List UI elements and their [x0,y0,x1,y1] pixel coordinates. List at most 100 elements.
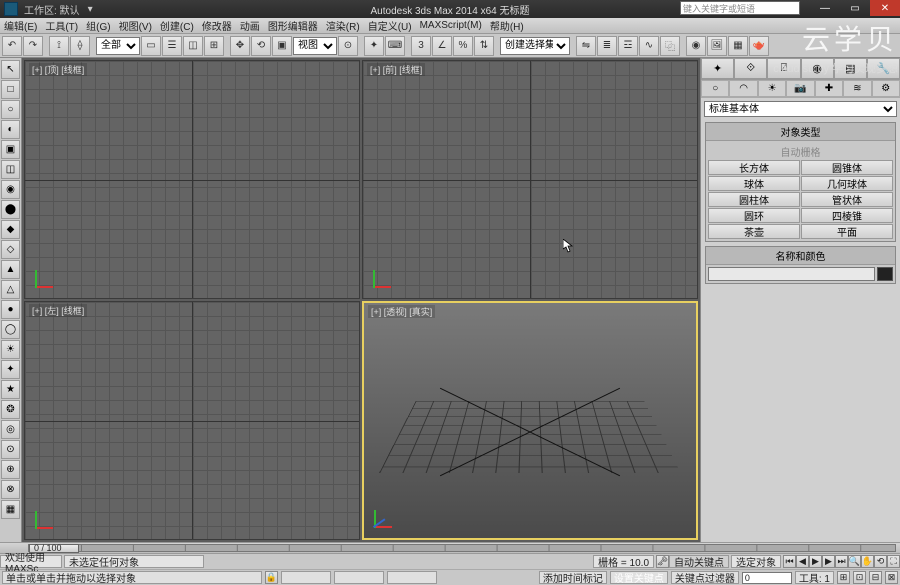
menu-modifiers[interactable]: 修改器 [202,18,232,33]
nav-b-button[interactable]: ⊡ [853,571,866,584]
selection-lock[interactable]: 选定对象 [731,555,781,568]
select-manipulate-button[interactable]: ✦ [364,36,384,56]
workspace-label[interactable]: 工作区: 默认 [24,2,80,17]
add-time-tag[interactable]: 添加时间标记 [539,571,607,584]
help-search-input[interactable]: 键入关键字或短语 [680,1,800,15]
play-end-button[interactable]: ⏭ [835,555,848,568]
link-button[interactable]: ⟟ [49,36,69,56]
primitive-torus[interactable]: 圆环 [708,208,800,223]
sub-shapes[interactable]: ◠ [729,80,757,97]
menu-create[interactable]: 创建(C) [160,18,194,33]
lt-0[interactable]: ↖ [1,60,20,79]
viewport-left[interactable]: [+] [左] [线框] [24,301,360,540]
menu-views[interactable]: 视图(V) [119,18,152,33]
primitive-geosphere[interactable]: 几何球体 [801,176,893,191]
primitive-pyramid[interactable]: 四棱锥 [801,208,893,223]
lt-6[interactable]: ◉ [1,180,20,199]
frame-spinner[interactable]: 0 [742,572,792,584]
undo-button[interactable]: ↶ [2,36,22,56]
lt-14[interactable]: ☀ [1,340,20,359]
sub-lights[interactable]: ☀ [758,80,786,97]
menu-group[interactable]: 组(G) [86,18,110,33]
lt-8[interactable]: ◆ [1,220,20,239]
sub-geometry[interactable]: ○ [701,80,729,97]
use-pivot-button[interactable]: ⊙ [338,36,358,56]
nav-max-button[interactable]: ⛶ [887,555,900,568]
minimize-button[interactable]: — [810,0,840,16]
window-crossing-button[interactable]: ⊞ [204,36,224,56]
menu-edit[interactable]: 编辑(E) [4,18,37,33]
sub-helpers[interactable]: ✚ [815,80,843,97]
coord-x[interactable] [281,571,331,584]
lt-13[interactable]: ◯ [1,320,20,339]
primitive-box[interactable]: 长方体 [708,160,800,175]
tab-create[interactable]: ✦ [701,58,734,79]
keyboard-shortcut-button[interactable]: ⌨ [385,36,405,56]
nav-d-button[interactable]: ⊠ [885,571,898,584]
layer-button[interactable]: ☲ [618,36,638,56]
menu-custom[interactable]: 自定义(U) [368,18,412,33]
tab-modify[interactable]: ⟐ [734,58,767,79]
primitive-cylinder[interactable]: 圆柱体 [708,192,800,207]
lt-7[interactable]: ⬤ [1,200,20,219]
mirror-button[interactable]: ⇋ [576,36,596,56]
set-key-button[interactable]: 设置关键点 [610,571,668,584]
render-button[interactable]: 🫖 [749,36,769,56]
select-object-button[interactable]: ▭ [141,36,161,56]
play-button[interactable]: ▶ [809,555,822,568]
lt-9[interactable]: ◇ [1,240,20,259]
lt-10[interactable]: ▲ [1,260,20,279]
viewport-front[interactable]: [+] [前] [线框] [362,60,698,299]
primitive-plane[interactable]: 平面 [801,224,893,239]
nav-c-button[interactable]: ⊟ [869,571,882,584]
lt-15[interactable]: ✦ [1,360,20,379]
key-filters-button[interactable]: 关键点过滤器 [671,571,739,584]
app-icon[interactable] [4,2,18,16]
coord-y[interactable] [334,571,384,584]
spinner-snap-button[interactable]: ⇅ [474,36,494,56]
primitive-sphere[interactable]: 球体 [708,176,800,191]
material-editor-button[interactable]: ◉ [686,36,706,56]
rotate-button[interactable]: ⟲ [251,36,271,56]
snap-toggle-button[interactable]: 3 [411,36,431,56]
lt-5[interactable]: ◫ [1,160,20,179]
sub-systems[interactable]: ⚙ [872,80,900,97]
maxscript-mini[interactable]: 欢迎使用 MAXSc [0,555,62,568]
primitive-tube[interactable]: 管状体 [801,192,893,207]
lt-21[interactable]: ⊗ [1,480,20,499]
object-name-input[interactable] [708,267,875,281]
select-by-name-button[interactable]: ☰ [162,36,182,56]
lt-22[interactable]: ▦ [1,500,20,519]
maximize-button[interactable]: ▭ [840,0,870,16]
lt-4[interactable]: ▣ [1,140,20,159]
rollout-name-color[interactable]: 名称和颜色 [706,247,895,265]
lt-2[interactable]: ○ [1,100,20,119]
autokey-button[interactable]: 自动关键点 [669,555,729,568]
nav-a-button[interactable]: ⊞ [837,571,850,584]
lt-20[interactable]: ⊕ [1,460,20,479]
named-selection-dropdown[interactable]: 创建选择集 [500,37,570,55]
play-start-button[interactable]: ⏮ [783,555,796,568]
ref-coord-dropdown[interactable]: 视图 [293,37,337,55]
lt-1[interactable]: □ [1,80,20,99]
menu-graph[interactable]: 图形编辑器 [268,18,318,33]
sub-spacewarp[interactable]: ≋ [843,80,871,97]
menu-animation[interactable]: 动画 [240,18,260,33]
nav-orbit-button[interactable]: ⟲ [874,555,887,568]
sub-cameras[interactable]: 📷 [786,80,814,97]
viewport-perspective[interactable]: [+] [透视] [真实] [362,301,698,540]
key-lock-icon[interactable]: 🗝 [656,555,669,568]
lt-12[interactable]: ● [1,300,20,319]
object-color-swatch[interactable] [877,267,893,281]
play-prev-button[interactable]: ◀ [796,555,809,568]
lt-3[interactable]: ◐ [1,120,20,139]
menu-maxscript[interactable]: MAXScript(M) [420,20,482,31]
lt-17[interactable]: ❂ [1,400,20,419]
rollout-object-type[interactable]: 对象类型 [706,123,895,141]
tab-hierarchy[interactable]: ⍁ [767,58,800,79]
nav-zoom-button[interactable]: 🔍 [848,555,861,568]
play-next-button[interactable]: ▶ [822,555,835,568]
angle-snap-button[interactable]: ∠ [432,36,452,56]
primitive-cone[interactable]: 圆锥体 [801,160,893,175]
selection-filter-dropdown[interactable]: 全部 [96,37,140,55]
